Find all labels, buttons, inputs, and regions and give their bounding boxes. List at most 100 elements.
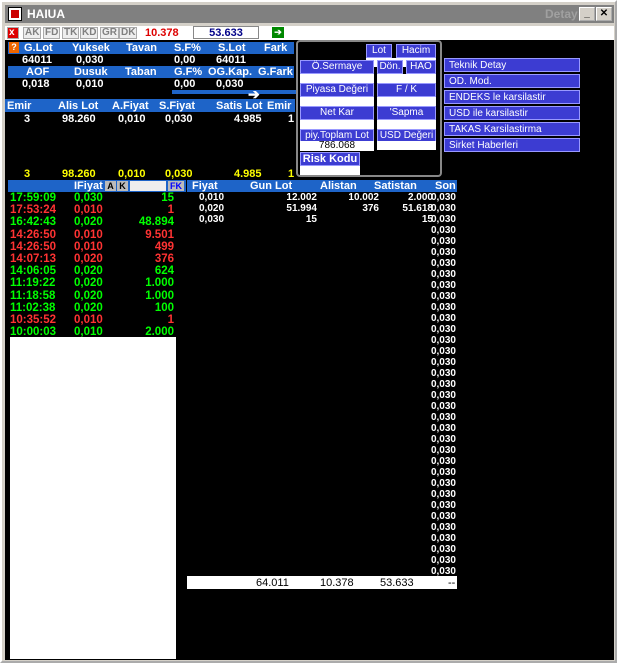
trade-time: 17:53:24 bbox=[10, 204, 57, 217]
piy-toplam-lot-value: 786.068 bbox=[300, 141, 374, 151]
net-kar-button[interactable]: Net Kar bbox=[300, 106, 374, 120]
gf-label: G.F% bbox=[174, 66, 203, 78]
tab-dk[interactable]: DK bbox=[119, 27, 138, 39]
hao-button[interactable]: HAO bbox=[406, 60, 436, 74]
hacim-button[interactable]: Hacim bbox=[396, 44, 436, 58]
risk-kodu-button[interactable]: Risk Kodu bbox=[300, 152, 360, 166]
son-value: 0,030 bbox=[430, 423, 456, 434]
trade-price: 0,010 bbox=[74, 204, 103, 217]
title-bar: HAIUA Detay _ ✕ bbox=[5, 5, 614, 23]
fiyat-header: IFiyat bbox=[74, 180, 103, 192]
o-sermaye-button[interactable]: Ö.Sermaye bbox=[300, 60, 374, 74]
trade-filter-input[interactable] bbox=[130, 181, 166, 191]
fk-value bbox=[377, 97, 436, 106]
son-value: 0,030 bbox=[430, 291, 456, 302]
son-value: 0,030 bbox=[430, 412, 456, 423]
tab-gr[interactable]: GR bbox=[100, 27, 119, 39]
menu-endeks[interactable]: ENDEKS le karsilastir bbox=[444, 90, 580, 104]
k-button[interactable]: K bbox=[117, 181, 128, 191]
total-gun-lot: 64.011 bbox=[256, 577, 289, 589]
son-value: 0,030 bbox=[430, 368, 456, 379]
g-lot-value: 64011 bbox=[22, 54, 52, 66]
son-value: 0,030 bbox=[430, 313, 456, 324]
fk-button[interactable]: F / K bbox=[377, 83, 436, 97]
order-satis-lot: 4.985 bbox=[234, 113, 262, 125]
tab-ak[interactable]: AK bbox=[23, 27, 42, 39]
trade-price: 0,020 bbox=[74, 265, 103, 278]
trades-empty-area bbox=[10, 337, 176, 659]
trades-list: 17:59:09 0,030 15 17:53:24 0,010 1 16:42:43 0,0… bbox=[10, 192, 176, 338]
trade-lot: 1 bbox=[167, 313, 174, 326]
trade-row: 16:42:43 0,020 48.894 bbox=[10, 216, 176, 228]
sf-value: 0,00 bbox=[174, 54, 196, 66]
trade-lot: 100 bbox=[154, 301, 174, 314]
a-button[interactable]: A bbox=[105, 181, 116, 191]
depth-alistan: 10.002 bbox=[348, 192, 379, 203]
trade-row: 17:59:09 0,030 15 bbox=[10, 192, 176, 204]
dusuk-label: Dusuk bbox=[74, 66, 108, 78]
depth-gun-lot: 12.002 bbox=[286, 192, 317, 203]
son-value: 0,030 bbox=[430, 236, 456, 247]
trade-row: 14:26:50 0,010 9.501 bbox=[10, 229, 176, 241]
menu-od-mod[interactable]: OD. Mod. bbox=[444, 74, 580, 88]
tab-tk[interactable]: TK bbox=[62, 27, 80, 39]
dusuk-value: 0,010 bbox=[76, 78, 104, 90]
close-icon[interactable]: x bbox=[7, 27, 19, 39]
son-value: 0,030 bbox=[430, 401, 456, 412]
son-value: 0,030 bbox=[430, 247, 456, 258]
sapma-button[interactable]: 'Sapma bbox=[377, 106, 436, 120]
aof-label: AOF bbox=[26, 66, 50, 78]
taban-label: Taban bbox=[125, 66, 157, 78]
tab-fd[interactable]: FD bbox=[43, 27, 61, 39]
son-value: 0,030 bbox=[430, 269, 456, 280]
sf-label: S.F% bbox=[174, 42, 201, 54]
menu-sirket-haberleri[interactable]: Sirket Haberleri bbox=[444, 138, 580, 152]
depth-fiyat-header[interactable]: Fiyat bbox=[192, 180, 218, 192]
go-arrow-icon[interactable]: ➔ bbox=[272, 27, 284, 38]
son-value: 0,030 bbox=[430, 225, 456, 236]
close-button[interactable]: ✕ bbox=[596, 7, 612, 21]
son-value: 0,030 bbox=[430, 390, 456, 401]
toolbar: x AK FD TK KD GR DK 10.378 53.633 ➔ bbox=[5, 26, 614, 40]
son-value: 0,030 bbox=[430, 434, 456, 445]
don-button[interactable]: Dön. bbox=[377, 60, 403, 74]
trade-price: 0,020 bbox=[74, 216, 103, 229]
menu-usd[interactable]: USD ile karsilastir bbox=[444, 106, 580, 120]
son-value: 0,030 bbox=[430, 357, 456, 368]
sapma-value bbox=[377, 120, 436, 129]
detay-label[interactable]: Detay bbox=[545, 7, 578, 21]
son-value: 0,030 bbox=[430, 192, 456, 203]
depth-fiyat: 0,030 bbox=[199, 214, 225, 225]
trade-lot: 15 bbox=[161, 192, 174, 204]
menu-takas[interactable]: TAKAS Karsilastirma bbox=[444, 122, 580, 136]
depth-gun-lot: 51.994 bbox=[286, 203, 317, 214]
son-value: 0,030 bbox=[430, 544, 456, 555]
son-value: 0,030 bbox=[430, 335, 456, 346]
order-alis-lot: 98.260 bbox=[62, 113, 96, 125]
order-s-fiyat: 0,030 bbox=[165, 113, 193, 125]
fk-toggle[interactable]: FK bbox=[168, 181, 184, 191]
piyasa-degeri-button[interactable]: Piyasa Değeri bbox=[300, 83, 374, 97]
minimize-button[interactable]: _ bbox=[579, 7, 595, 21]
tab-kd[interactable]: KD bbox=[80, 27, 99, 39]
total-a-fiyat: 0,010 bbox=[118, 168, 146, 180]
depth-rows: 0,010 12.002 10.002 2.000 0,020 51.994 376 51.6… bbox=[187, 192, 433, 225]
don-hao-value bbox=[377, 74, 436, 83]
total-emir-sell: 1 bbox=[288, 168, 295, 180]
trade-price: 0,020 bbox=[74, 252, 103, 265]
alis-lot-header: Alis Lot bbox=[58, 100, 99, 112]
piyasa-degeri-value bbox=[300, 97, 374, 106]
lot-button[interactable]: Lot bbox=[366, 44, 392, 58]
depth-gun-lot: 15 bbox=[305, 214, 317, 225]
depth-fiyat: 0,020 bbox=[199, 203, 225, 214]
trade-price: 0,020 bbox=[74, 301, 103, 314]
son-value: 0,030 bbox=[430, 203, 456, 214]
son-column: 0,030 0,030 0,030 0,030 0,030 0,030 0,030 0,030… bbox=[422, 192, 456, 577]
menu-teknik-detay[interactable]: Teknik Detay bbox=[444, 58, 580, 72]
trade-time: 10:35:52 bbox=[10, 313, 57, 326]
help-icon[interactable]: ? bbox=[9, 42, 19, 53]
son-value: 0,030 bbox=[430, 467, 456, 478]
son-value: 0,030 bbox=[430, 500, 456, 511]
depth-gun-lot-header: Gun Lot bbox=[250, 180, 293, 192]
app-icon bbox=[8, 7, 22, 21]
